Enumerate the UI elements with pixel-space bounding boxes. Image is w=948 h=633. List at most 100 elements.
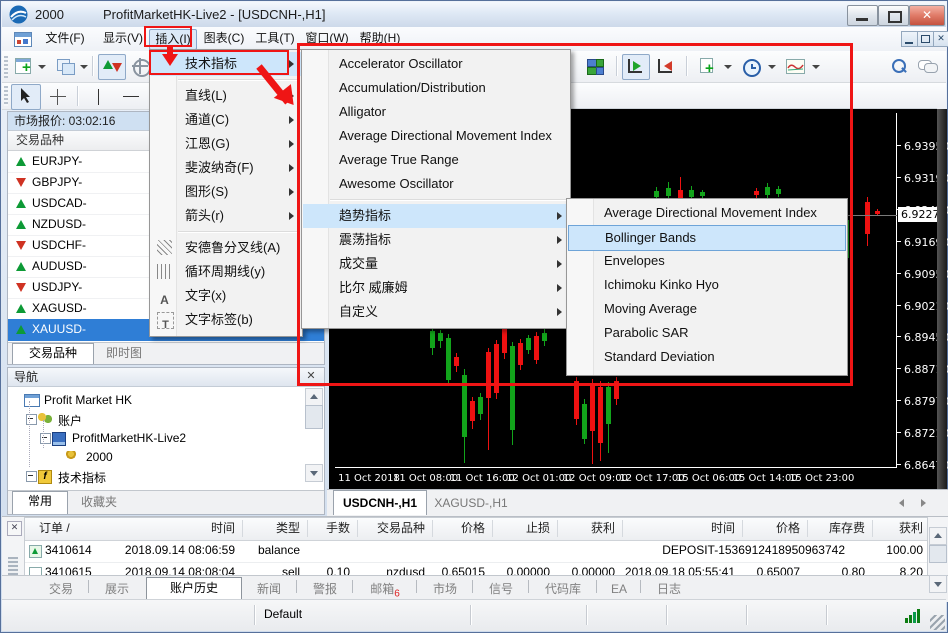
community-chat-button[interactable] (914, 54, 942, 80)
tree-connector (43, 420, 45, 448)
terminal-column-0[interactable]: 订单 / (39, 518, 70, 539)
terminal-column-5[interactable]: 价格 (461, 518, 485, 539)
terminal-tab-2[interactable]: 账户历史 (146, 577, 242, 600)
arrow-up-icon (16, 325, 26, 334)
new-chart-dropdown[interactable] (38, 65, 46, 69)
tab-symbols[interactable]: 交易品种 (12, 343, 94, 364)
annotation-box-insert (144, 26, 192, 47)
menu-item-江恩-g-[interactable]: 江恩(G) (151, 132, 301, 156)
navigator-scroll-thumb[interactable] (305, 405, 323, 429)
search-button[interactable] (886, 54, 914, 80)
terminal-tab-3[interactable]: 新闻 (244, 579, 294, 599)
minimize-button[interactable] (847, 5, 878, 26)
menu-item-安德鲁分叉线-a-[interactable]: 安德鲁分叉线(A) (151, 236, 301, 260)
terminal-scroll-thumb[interactable] (929, 545, 947, 563)
menu-item-文字标签-b-[interactable]: 文字标签(b)T (151, 308, 301, 332)
chart-tab-scroll-right[interactable] (921, 499, 926, 507)
toolbar-grip[interactable] (4, 86, 8, 106)
terminal-tab-4[interactable]: 警报 (300, 579, 350, 599)
terminal-column-8[interactable]: 时间 (711, 518, 735, 539)
date-label: 12 Oct 17:00 (619, 473, 684, 484)
terminal-cell: DEPOSIT-1536912418950963742 (662, 540, 845, 561)
profile-name[interactable]: Default (264, 607, 302, 621)
navigator-scroll-down[interactable] (305, 464, 323, 482)
submenu-arrow-icon (289, 60, 294, 68)
tree-label: 2000 (86, 450, 113, 464)
profiles-dropdown[interactable] (80, 65, 88, 69)
tree-item-0[interactable]: Profit Market HK (8, 391, 307, 410)
tree-item-2[interactable]: ProfitMarketHK-Live2 (8, 429, 307, 448)
new-chart-button[interactable]: + (10, 54, 38, 80)
menu-item-斐波纳奇-f-[interactable]: 斐波纳奇(F) (151, 156, 301, 180)
terminal-column-11[interactable]: 获利 (899, 518, 923, 539)
tab-favorites[interactable]: 收藏夹 (68, 493, 130, 512)
terminal-column-6[interactable]: 止损 (526, 518, 550, 539)
tree-accounts-icon (38, 413, 52, 424)
menubar-item-0[interactable]: 文件(F) (40, 29, 90, 48)
terminal-tabstrip: 交易展示账户历史新闻警报邮箱6 市场信号代码库 EA 日志 (2, 575, 948, 600)
resize-grip[interactable] (930, 615, 945, 630)
tab-tick-chart[interactable]: 即时图 (94, 344, 154, 363)
menu-item-文字-x-[interactable]: 文字(x)A (151, 284, 301, 308)
menubar-item-4[interactable]: 工具(T) (251, 29, 299, 48)
terminal-column-10[interactable]: 库存费 (829, 518, 865, 539)
menu-item-图形-s-[interactable]: 图形(S) (151, 180, 301, 204)
mdi-minimize-button[interactable] (901, 31, 918, 47)
symbol-name: XAUUSD- (32, 319, 86, 340)
restore-button[interactable] (878, 5, 909, 26)
navigator-scroll-up[interactable] (305, 388, 323, 406)
toolbar-grip[interactable] (4, 56, 8, 78)
menu-item-箭头-r-[interactable]: 箭头(r) (151, 204, 301, 228)
horizontal-line-button[interactable] (116, 84, 146, 110)
terminal-tab-6[interactable]: 市场 (420, 579, 470, 599)
terminal-tab-8[interactable]: 代码库 (532, 579, 594, 599)
terminal-tab-9[interactable]: EA (600, 579, 638, 599)
terminal-column-9[interactable]: 价格 (776, 518, 800, 539)
menu-item-循环周期线-y-[interactable]: 循环周期线(y) (151, 260, 301, 284)
chart-tab-xagusd[interactable]: XAGUSD-,H1 (427, 492, 515, 514)
tab-separator (596, 580, 597, 593)
date-axis[interactable]: 11 Oct 201811 Oct 08:0011 Oct 16:0012 Oc… (329, 469, 937, 489)
tree-expander[interactable] (40, 433, 51, 444)
tree-item-4[interactable]: f技术指标 (8, 467, 307, 486)
terminal-column-4[interactable]: 交易品种 (377, 518, 425, 539)
menubar-item-1[interactable]: 显示(V) (98, 29, 148, 48)
price-tick (897, 464, 901, 465)
terminal-column-1[interactable]: 时间 (211, 518, 235, 539)
crosshair-button[interactable] (43, 84, 73, 110)
close-button[interactable]: ✕ (909, 5, 945, 26)
mdi-restore-button[interactable] (917, 31, 934, 47)
tab-separator (472, 580, 473, 593)
terminal-scroll-up[interactable] (929, 527, 947, 545)
chart-tab-scroll-left[interactable] (899, 499, 904, 507)
terminal-column-divider (872, 520, 873, 537)
menu-item-通道-c-[interactable]: 通道(C) (151, 108, 301, 132)
vertical-line-button[interactable] (84, 84, 114, 110)
connection-bars-icon (905, 608, 923, 623)
terminal-column-2[interactable]: 类型 (276, 518, 300, 539)
terminal-column-3[interactable]: 手数 (326, 518, 350, 539)
terminal-table-header: 订单 / 时间 类型 手数 交易品种 价格 止损 获利 时间 价格 库存费 获利 (25, 518, 927, 541)
terminal-close-button[interactable]: ✕ (7, 521, 22, 536)
chart-tab-usdcnh[interactable]: USDCNH-,H1 (333, 490, 427, 515)
tree-expander[interactable] (26, 414, 37, 425)
mailbox-badge: 6 (394, 588, 400, 599)
tree-item-3[interactable]: 2000 (8, 448, 307, 467)
terminal-tab-10[interactable]: 日志 (644, 579, 694, 599)
terminal-tab-1[interactable]: 展示 (92, 579, 142, 599)
terminal-tab-0[interactable]: 交易 (36, 579, 86, 599)
terminal-column-7[interactable]: 获利 (591, 518, 615, 539)
profiles-button[interactable] (52, 54, 80, 80)
tree-item-1[interactable]: 账户 (8, 410, 307, 429)
cursor-button[interactable] (11, 84, 41, 110)
terminal-scroll-down[interactable] (929, 575, 947, 593)
terminal-tab-7[interactable]: 信号 (476, 579, 526, 599)
navigator-tabstrip: 常用 收藏夹 (8, 490, 324, 514)
menubar-item-3[interactable]: 图表(C) (199, 29, 249, 48)
terminal-tab-5[interactable]: 邮箱6 (356, 579, 414, 599)
terminal-row[interactable]: 34106142018.09.14 08:06:59balanceDEPOSIT… (25, 540, 927, 563)
tree-expander[interactable] (26, 471, 37, 482)
mdi-close-button[interactable]: ✕ (933, 31, 948, 47)
tab-common[interactable]: 常用 (12, 491, 68, 514)
market-watch-toggle-button[interactable] (98, 54, 126, 80)
